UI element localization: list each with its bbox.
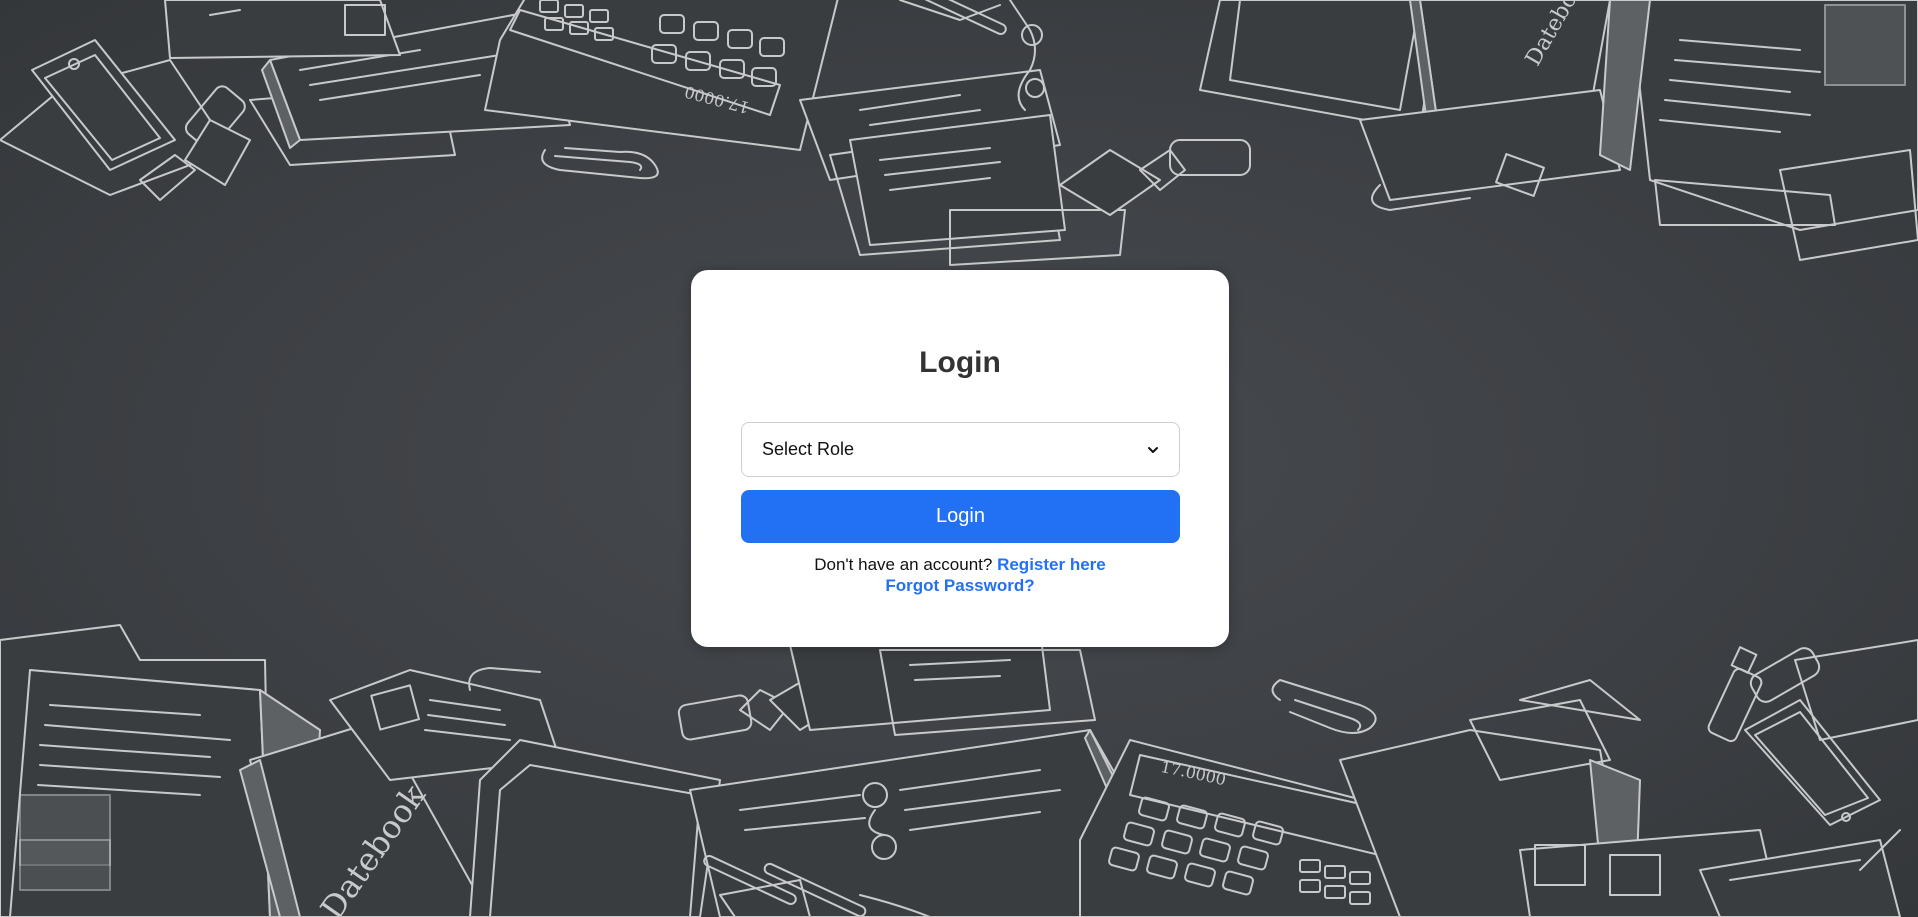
top-notebook (164, 0, 401, 59)
register-link[interactable]: Register here (997, 555, 1106, 574)
forgot-password-line: Forgot Password? (691, 576, 1229, 596)
top-usb-right (1059, 139, 1251, 216)
login-page: 17.0000 Datebook Datebook 17.0000 Login … (0, 0, 1918, 917)
login-title: Login (919, 346, 1001, 379)
role-select-value: Select Role (762, 439, 855, 459)
chevron-down-icon (1148, 446, 1158, 453)
login-card: Login Select Role Login Don't have an ac… (691, 270, 1229, 647)
top-tablet (1199, 0, 1441, 131)
top-paperclip (541, 147, 659, 180)
bottom-paperclip-center (1271, 679, 1377, 734)
bottom-center-notebook (689, 729, 1131, 917)
forgot-password-link[interactable]: Forgot Password? (885, 576, 1034, 595)
login-button[interactable]: Login (741, 490, 1180, 543)
bottom-phone-right (1744, 639, 1918, 826)
bottom-tablet (469, 739, 721, 917)
register-prompt-line: Don't have an account? Register here (691, 555, 1229, 575)
register-prompt-text: Don't have an account? (814, 555, 998, 574)
role-select[interactable]: Select Role (741, 422, 1180, 477)
